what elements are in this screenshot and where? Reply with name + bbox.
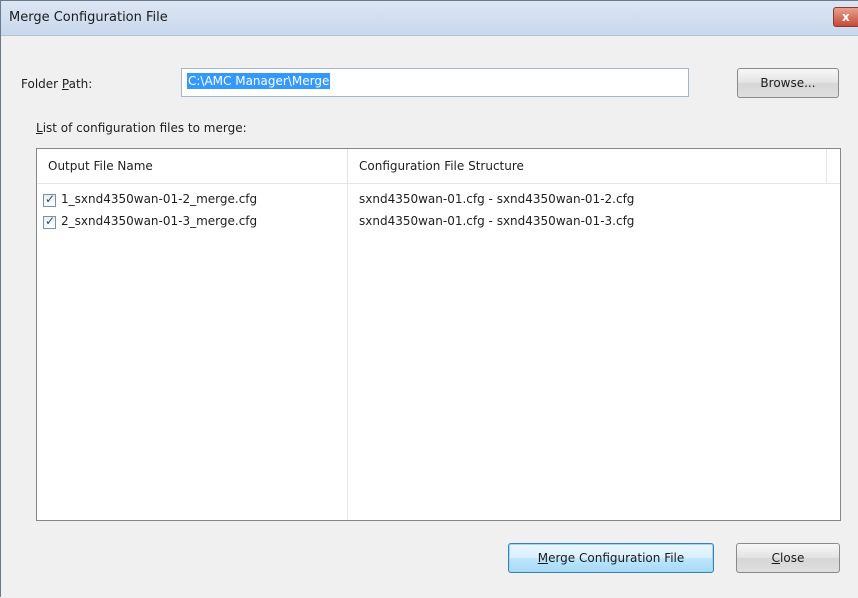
window-close-button[interactable]: x xyxy=(833,7,858,27)
close-icon: x xyxy=(842,10,850,24)
checkmark-icon: ✓ xyxy=(45,192,56,206)
column-gridline xyxy=(347,184,348,520)
output-file-name: 2_sxnd4350wan-01-3_merge.cfg xyxy=(61,214,258,228)
window-title: Merge Configuration File xyxy=(9,10,168,25)
row-checkbox[interactable]: ✓ xyxy=(43,192,56,207)
merge-config-dialog: Merge Configuration File x Folder Path: … xyxy=(0,0,858,598)
column-header-config-structure[interactable]: Configuration File Structure xyxy=(348,149,838,184)
checkmark-icon: ✓ xyxy=(45,214,56,228)
list-header: Output File Name Configuration File Stru… xyxy=(37,149,840,184)
folder-path-value: C:\AMC Manager\Merge xyxy=(187,73,331,89)
column-divider[interactable] xyxy=(826,149,827,184)
merge-file-list[interactable]: Output File Name Configuration File Stru… xyxy=(36,148,841,521)
merge-configuration-file-button[interactable]: Merge Configuration File xyxy=(508,543,714,573)
browse-button[interactable]: Browse... xyxy=(737,68,839,98)
list-item[interactable]: ✓ 2_sxnd4350wan-01-3_merge.cfg sxnd4350w… xyxy=(37,211,840,233)
folder-path-input[interactable]: C:\AMC Manager\Merge xyxy=(181,68,689,97)
output-file-name: 1_sxnd4350wan-01-2_merge.cfg xyxy=(61,192,258,206)
config-file-structure: sxnd4350wan-01.cfg - sxnd4350wan-01-2.cf… xyxy=(359,192,635,206)
config-file-structure: sxnd4350wan-01.cfg - sxnd4350wan-01-3.cf… xyxy=(359,214,635,228)
column-header-output-file-name[interactable]: Output File Name xyxy=(37,149,347,184)
list-item[interactable]: ✓ 1_sxnd4350wan-01-2_merge.cfg sxnd4350w… xyxy=(37,189,840,211)
row-checkbox[interactable]: ✓ xyxy=(43,214,56,229)
close-button[interactable]: Close xyxy=(736,543,840,573)
folder-path-label: Folder Path: xyxy=(21,77,93,91)
dialog-body: Folder Path: C:\AMC Manager\Merge Browse… xyxy=(1,37,858,598)
file-list-label: List of configuration files to merge: xyxy=(36,121,247,135)
title-bar[interactable]: Merge Configuration File x xyxy=(1,1,858,36)
